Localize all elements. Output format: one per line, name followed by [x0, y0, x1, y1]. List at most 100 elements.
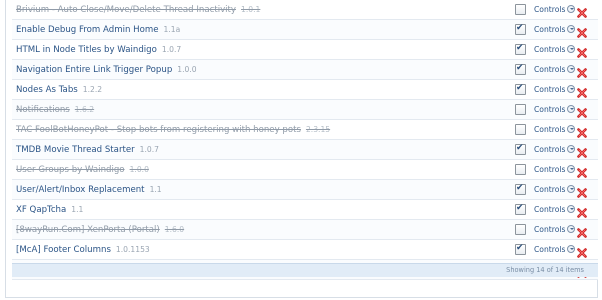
- addon-enabled-checkbox[interactable]: [515, 224, 526, 235]
- addon-title: [McA] Footer Columns: [16, 245, 111, 255]
- addon-title: User Groups by Waindigo: [16, 165, 125, 175]
- chevron-down-circle-icon: [567, 25, 576, 33]
- chevron-down-circle-icon: [567, 85, 576, 93]
- controls-label: Controls: [534, 25, 566, 34]
- controls-menu-button[interactable]: Controls: [534, 183, 576, 196]
- addon-version: 1.1a: [163, 25, 181, 34]
- addon-version: 1.0.7: [161, 45, 182, 54]
- addon-enabled-checkbox[interactable]: ✔: [515, 43, 526, 55]
- addon-title-link[interactable]: Brivium - Auto Close/Move/Delete Thread …: [16, 2, 260, 18]
- chevron-down-circle-icon: [567, 105, 576, 113]
- delete-x-icon[interactable]: [577, 243, 587, 258]
- chevron-down-circle-icon: [567, 65, 576, 73]
- delete-x-icon[interactable]: [577, 83, 587, 98]
- addon-title: Enable Debug From Admin Home: [16, 25, 159, 35]
- delete-x-icon[interactable]: [577, 3, 587, 18]
- addon-enabled-checkbox[interactable]: ✔: [515, 143, 526, 155]
- addon-title-link[interactable]: Navigation Entire Link Trigger Popup 1.0.…: [16, 62, 197, 78]
- delete-x-icon[interactable]: [577, 203, 587, 218]
- checkmark-icon: ✔: [516, 183, 524, 193]
- delete-x-icon[interactable]: [577, 223, 587, 238]
- addon-enabled-checkbox[interactable]: ✔: [515, 23, 526, 35]
- addon-title-link[interactable]: Enable Debug From Admin Home 1.1a: [16, 22, 180, 38]
- addon-title-link[interactable]: Nodes As Tabs 1.2.2: [16, 82, 102, 98]
- controls-menu-button[interactable]: Controls: [534, 63, 576, 76]
- addon-row: Brivium - Auto Close/Move/Delete Thread …: [12, 0, 598, 20]
- addon-row: [McA] Footer Columns 1.0.1153 ✔ Controls: [12, 240, 598, 260]
- addon-enabled-checkbox[interactable]: [515, 124, 526, 135]
- controls-menu-button[interactable]: Controls: [534, 163, 576, 176]
- addon-enabled-checkbox[interactable]: [515, 4, 526, 15]
- addon-enabled-checkbox[interactable]: [515, 104, 526, 115]
- addon-version: 1.2.2: [82, 85, 103, 94]
- controls-menu-button[interactable]: Controls: [534, 103, 576, 116]
- checkmark-icon: ✔: [516, 243, 524, 253]
- controls-menu-button[interactable]: Controls: [534, 43, 576, 56]
- addon-title-link[interactable]: XF QapTcha 1.1: [16, 202, 83, 218]
- controls-label: Controls: [534, 65, 566, 74]
- addon-row: Notifications 1.6.2 Controls: [12, 100, 598, 120]
- addon-title: Brivium - Auto Close/Move/Delete Thread …: [16, 5, 237, 15]
- addon-version: 1.0.7: [139, 145, 159, 154]
- addon-version: 1.0.0: [129, 165, 149, 174]
- chevron-down-circle-icon: [567, 245, 576, 253]
- addon-version: 1.6.2: [74, 105, 95, 114]
- controls-menu-button[interactable]: Controls: [534, 83, 576, 96]
- controls-label: Controls: [534, 85, 566, 94]
- delete-x-icon[interactable]: [577, 23, 587, 38]
- delete-x-icon[interactable]: [577, 123, 587, 138]
- chevron-down-circle-icon: [567, 185, 576, 193]
- addon-enabled-checkbox[interactable]: ✔: [515, 243, 526, 255]
- chevron-down-circle-icon: [567, 205, 576, 213]
- controls-menu-button[interactable]: Controls: [534, 3, 576, 16]
- addon-title-link[interactable]: TAC FoolBotHoneyPot - Stop bots from reg…: [16, 122, 330, 138]
- addon-enabled-checkbox[interactable]: ✔: [515, 183, 526, 195]
- addon-title-link[interactable]: [8wayRun.Com] XenPorta (Portal) 1.6.0: [16, 222, 184, 238]
- delete-x-icon[interactable]: [577, 103, 587, 118]
- addon-row: User Groups by Waindigo 1.0.0 Controls: [12, 160, 598, 180]
- addon-title-link[interactable]: HTML in Node Titles by Waindigo 1.0.7: [16, 42, 181, 58]
- addon-title: TAC FoolBotHoneyPot - Stop bots from reg…: [16, 125, 301, 135]
- addon-row: Nodes As Tabs 1.2.2 ✔ Controls: [12, 80, 598, 100]
- chevron-down-circle-icon: [567, 165, 576, 173]
- addon-version: 2.3.15: [305, 125, 331, 134]
- checkmark-icon: ✔: [516, 143, 524, 153]
- addon-enabled-checkbox[interactable]: [515, 164, 526, 175]
- addon-enabled-checkbox[interactable]: ✔: [515, 63, 526, 75]
- delete-x-icon[interactable]: [577, 183, 587, 198]
- addon-version: 1.0.1: [241, 5, 261, 14]
- delete-x-icon[interactable]: [577, 143, 587, 158]
- controls-label: Controls: [534, 145, 566, 154]
- addon-row: HTML in Node Titles by Waindigo 1.0.7 ✔ Con…: [12, 40, 598, 60]
- controls-menu-button[interactable]: Controls: [534, 223, 576, 236]
- checkmark-icon: ✔: [516, 83, 524, 93]
- addon-title-link[interactable]: TMDB Movie Thread Starter 1.0.7: [16, 142, 159, 158]
- controls-menu-button[interactable]: Controls: [534, 123, 576, 136]
- addon-title-link[interactable]: [McA] Footer Columns 1.0.1153: [16, 242, 150, 258]
- addon-row: Navigation Entire Link Trigger Popup 1.0.…: [12, 60, 598, 80]
- delete-x-icon[interactable]: [577, 63, 587, 78]
- addon-row: XF QapTcha 1.1 ✔ Controls: [12, 200, 598, 220]
- addon-row: TMDB Movie Thread Starter 1.0.7 ✔ Controls: [12, 140, 598, 160]
- addon-title: [8wayRun.Com] XenPorta (Portal): [16, 225, 160, 235]
- addon-title-link[interactable]: User Groups by Waindigo 1.0.0: [16, 162, 149, 178]
- controls-menu-button[interactable]: Controls: [534, 23, 576, 36]
- addon-title: User/Alert/Inbox Replacement: [16, 185, 145, 195]
- addon-title-link[interactable]: User/Alert/Inbox Replacement 1.1: [16, 182, 162, 198]
- chevron-down-circle-icon: [567, 45, 576, 53]
- addon-enabled-checkbox[interactable]: ✔: [515, 83, 526, 95]
- checkmark-icon: ✔: [516, 43, 524, 53]
- delete-x-icon[interactable]: [577, 43, 587, 58]
- controls-menu-button[interactable]: Controls: [534, 243, 576, 256]
- controls-label: Controls: [534, 205, 566, 214]
- controls-menu-button[interactable]: Controls: [534, 203, 576, 216]
- checkmark-icon: ✔: [516, 203, 524, 213]
- addon-title-link[interactable]: Notifications 1.6.2: [16, 102, 94, 118]
- chevron-down-circle-icon: [567, 145, 576, 153]
- controls-label: Controls: [534, 45, 566, 54]
- addon-enabled-checkbox[interactable]: ✔: [515, 203, 526, 215]
- chevron-down-circle-icon: [567, 5, 576, 13]
- delete-x-icon[interactable]: [577, 163, 587, 178]
- addon-version: 1.0.1153: [115, 245, 150, 254]
- controls-menu-button[interactable]: Controls: [534, 143, 576, 156]
